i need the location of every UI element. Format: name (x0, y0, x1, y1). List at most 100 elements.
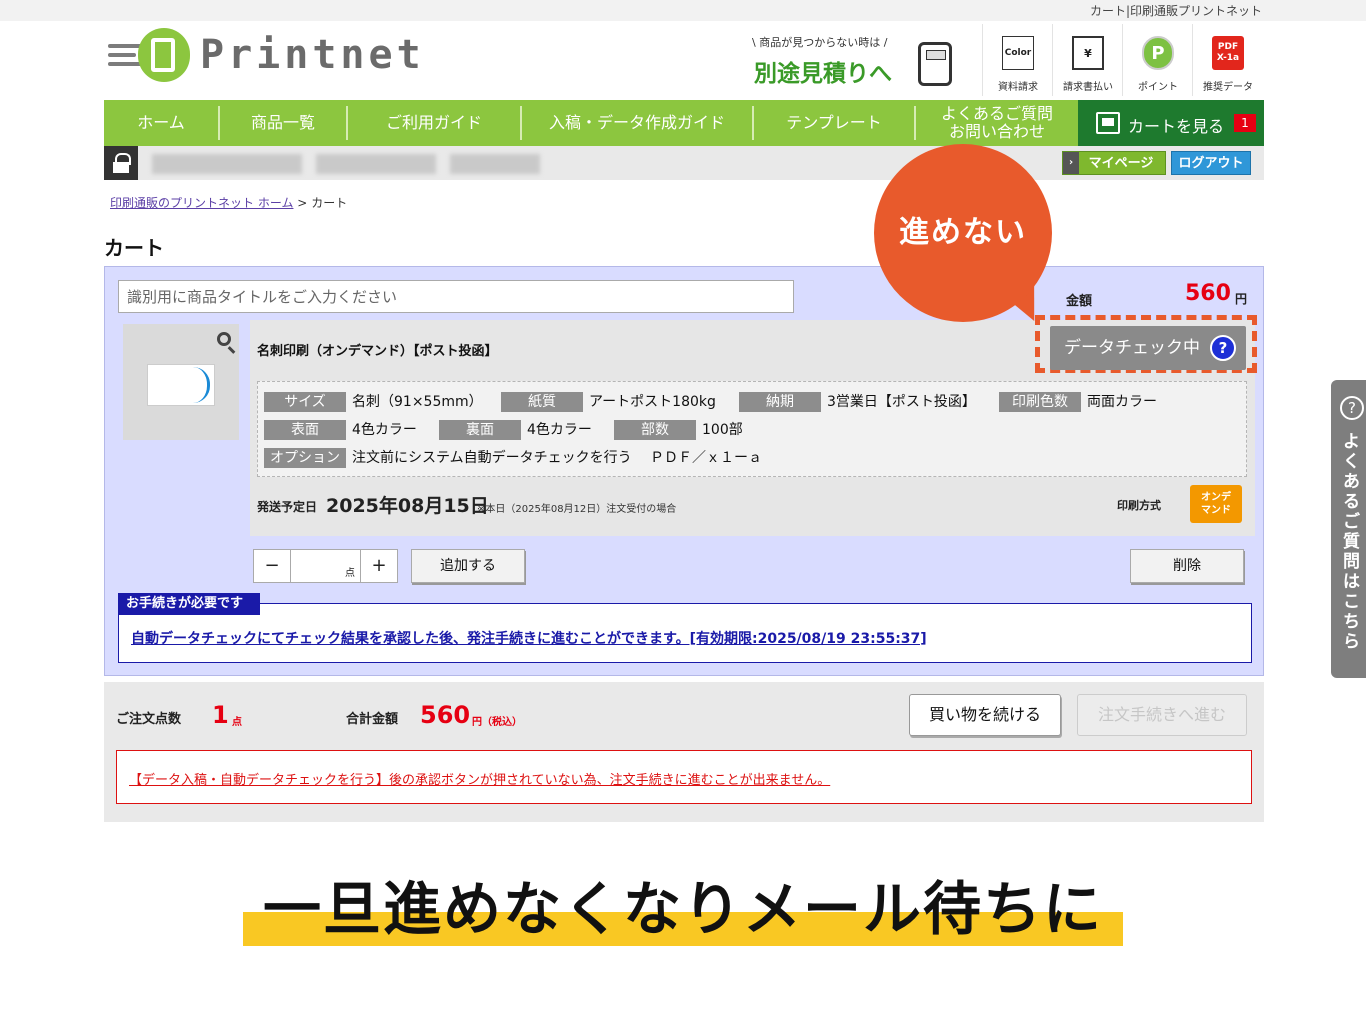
invoice-icon: ¥ (1072, 36, 1104, 70)
nav-faq-contact[interactable]: よくあるご質問 お問い合わせ (916, 100, 1078, 146)
nav-faq-label: よくあるご質問 (940, 104, 1053, 123)
nav-template[interactable]: テンプレート (754, 100, 914, 146)
question-circle-icon: ? (1340, 396, 1364, 420)
quantity-decrement-button[interactable]: − (253, 549, 291, 583)
nav-products[interactable]: 商品一覧 (220, 100, 346, 146)
ship-date-value: 2025年08月15日 (326, 495, 489, 517)
mypage-button[interactable]: › マイページ (1062, 151, 1166, 175)
quantity-increment-button[interactable]: + (360, 549, 398, 583)
page-title: カート (104, 236, 164, 260)
nav-data-guide[interactable]: 入稿・データ作成ガイド (522, 100, 752, 146)
user-bar: › マイページ ログアウト (104, 146, 1264, 180)
estimate-title: 別途見積りへ (754, 61, 892, 87)
ship-date-label: 発送予定日 (257, 500, 318, 514)
quick-link-label: 資料請求 (998, 82, 1038, 93)
printnet-logo[interactable]: Printnet (108, 28, 421, 86)
spec-value-paper: アートポスト180kg (589, 394, 716, 410)
spec-value-back: 4色カラー (527, 422, 592, 438)
lock-icon (104, 146, 138, 180)
data-check-status-label: データチェック中 (1064, 338, 1200, 358)
spec-key-size: サイズ (264, 392, 346, 412)
cart-item-box: 金額 560 円 名刺印刷（オンデマンド）【ポスト投函】 データチェック中 ? … (104, 266, 1264, 676)
breadcrumb: 印刷通販のプリントネット ホーム > カート (110, 194, 347, 211)
total-value: 560 (420, 701, 471, 729)
spec-key-option: オプション (264, 448, 346, 468)
separate-estimate-banner[interactable]: \ 商品が見つからない時は / 別途見積りへ (752, 34, 962, 90)
headline-caption: 一旦進めなくなりメール待ちに (262, 875, 1103, 943)
action-required-tag: お手続きが必要です (118, 593, 260, 615)
logout-button[interactable]: ログアウト (1171, 151, 1251, 175)
zoom-icon[interactable] (217, 332, 231, 346)
cannot-proceed-bubble: 進めない (874, 144, 1052, 322)
product-thumbnail[interactable] (123, 324, 239, 440)
item-title-input[interactable] (118, 280, 794, 313)
quick-link-document-request[interactable]: Color 資料請求 (982, 24, 1052, 96)
quantity-unit: 点 (345, 568, 355, 579)
estimate-caption: \ 商品が見つからない時は / (752, 36, 888, 49)
delete-button[interactable]: 削除 (1130, 549, 1244, 583)
quantity-input[interactable]: 点 (291, 549, 361, 583)
blurred-user-info (450, 154, 540, 174)
spec-key-front: 表面 (264, 420, 346, 440)
action-required-notice: 自動データチェックにてチェック結果を承認した後、発注手続きに進むことができます。… (118, 603, 1252, 663)
amount-value: 560 (1185, 281, 1231, 306)
document-request-icon: Color (1002, 36, 1034, 70)
nav-home[interactable]: ホーム (104, 100, 218, 146)
nav-cart-button[interactable]: カートを見る 1 (1078, 100, 1264, 146)
ondemand-badge-line: マンド (1201, 505, 1231, 516)
cart-icon (1096, 112, 1120, 134)
order-count-value: 1 (212, 701, 229, 729)
blurred-user-info (152, 154, 302, 174)
breadcrumb-separator: > (297, 196, 308, 210)
site-title: カート|印刷通販プリントネット (1089, 4, 1262, 18)
mypage-label: マイページ (1088, 156, 1154, 171)
faq-side-tab-label: よくあるご質問はこちら (1343, 432, 1360, 652)
calculator-icon (918, 42, 952, 86)
add-button[interactable]: 追加する (411, 549, 525, 583)
breadcrumb-home-link[interactable]: 印刷通販のプリントネット ホーム (110, 196, 293, 210)
global-nav: ホーム 商品一覧 ご利用ガイド 入稿・データ作成ガイド テンプレート よくあるご… (104, 100, 1264, 146)
nav-guide[interactable]: ご利用ガイド (348, 100, 520, 146)
ondemand-badge-line: オンデ (1201, 492, 1231, 503)
quick-link-point[interactable]: P ポイント (1122, 24, 1192, 96)
proceed-to-checkout-button[interactable]: 注文手続きへ進む (1077, 694, 1247, 736)
amount-label: 金額 (1066, 294, 1093, 309)
help-question-icon[interactable]: ? (1210, 335, 1236, 361)
spec-value-colors: 両面カラー (1087, 394, 1157, 410)
quick-link-recommended-data[interactable]: PDF X-1a 推奨データ (1192, 24, 1262, 96)
item-detail-panel: 名刺印刷（オンデマンド）【ポスト投函】 データチェック中 ? サイズ 名刺（91… (250, 315, 1257, 536)
blurred-user-info (316, 154, 436, 174)
spec-value-delivery: 3営業日【ポスト投函】 (827, 394, 976, 410)
product-name: 名刺印刷（オンデマンド）【ポスト投函】 (257, 344, 498, 359)
nav-contact-label: お問い合わせ (948, 122, 1045, 141)
checkout-error-box: 【データ入稿・自動データチェックを行う】後の承認ボタンが押されていない為、注文手… (116, 750, 1252, 804)
ship-date-note: ※本日（2025年08月12日）注文受付の場合 (477, 504, 677, 515)
pdf-icon: PDF X-1a (1212, 36, 1244, 70)
spec-key-delivery: 納期 (739, 392, 821, 412)
data-check-status-button[interactable]: データチェック中 ? (1050, 326, 1246, 370)
logo-text: Printnet (200, 32, 425, 78)
quick-link-invoice[interactable]: ¥ 請求書払い (1052, 24, 1122, 96)
order-count-unit: 点 (232, 717, 242, 728)
approval-notice-link[interactable]: 自動データチェックにてチェック結果を承認した後、発注手続きに進むことができます。… (131, 628, 927, 648)
ondemand-badge: オンデ マンド (1190, 485, 1242, 523)
cart-count-badge: 1 (1234, 114, 1256, 132)
point-icon: P (1142, 36, 1174, 70)
spec-key-paper: 紙質 (501, 392, 583, 412)
spec-value-size: 名刺（91×55mm） (352, 394, 483, 410)
total-unit: 円（税込） (472, 717, 522, 728)
spec-value-copies: 100部 (702, 422, 743, 438)
amount-unit: 円 (1235, 292, 1248, 306)
quick-link-label: 推奨データ (1203, 82, 1253, 93)
total-label: 合計金額 (346, 712, 399, 727)
spec-key-copies: 部数 (614, 420, 696, 440)
faq-side-tab[interactable]: ? よくあるご質問はこちら (1331, 380, 1366, 678)
chevron-right-icon: › (1063, 152, 1079, 174)
continue-shopping-button[interactable]: 買い物を続ける (909, 694, 1061, 736)
breadcrumb-current: カート (311, 196, 348, 210)
business-card-image (147, 364, 215, 406)
quick-link-label: 請求書払い (1063, 82, 1113, 93)
checkout-error-link[interactable]: 【データ入稿・自動データチェックを行う】後の承認ボタンが押されていない為、注文手… (129, 769, 830, 788)
print-method-label: 印刷方式 (1117, 499, 1161, 512)
quick-link-label: ポイント (1138, 82, 1178, 93)
